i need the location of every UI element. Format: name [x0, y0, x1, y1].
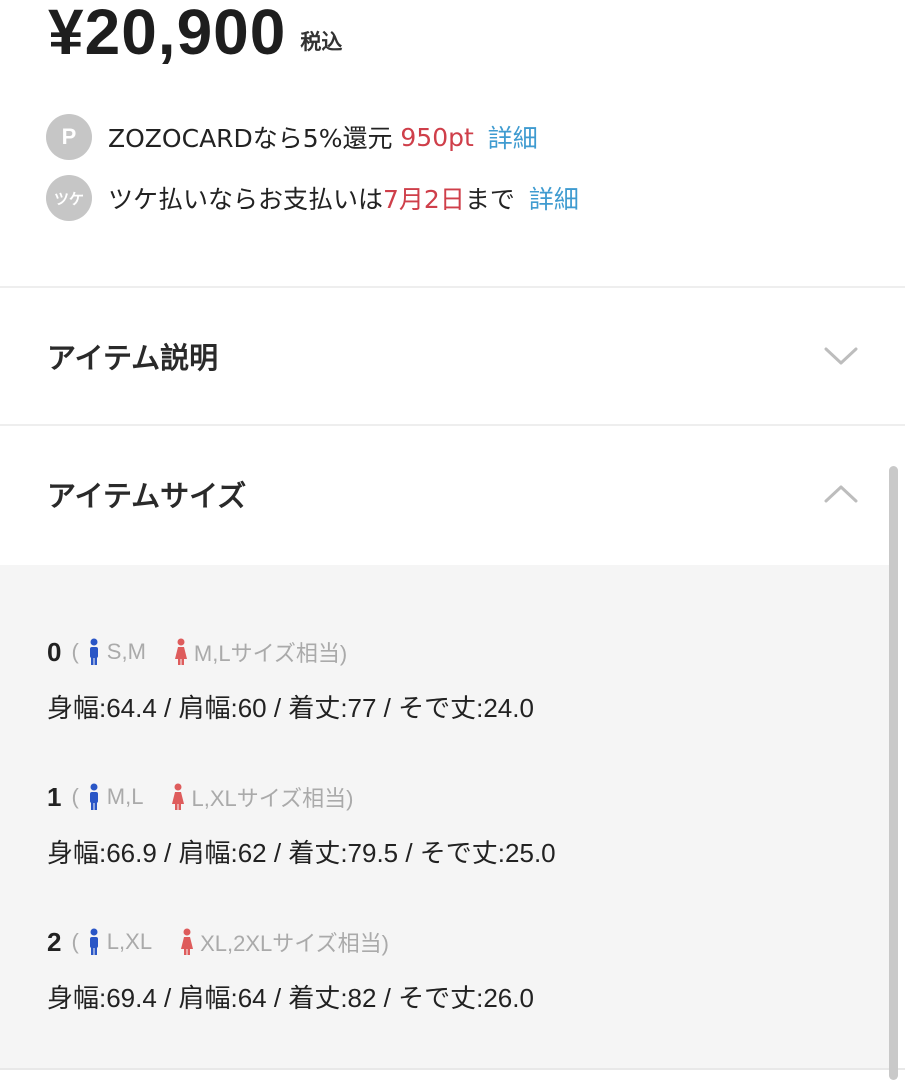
divider	[0, 1068, 905, 1070]
size-row: 1 ( M,L L,XLサイズ相当) 身幅:66.9 / 肩幅:62 / 着丈:…	[47, 781, 556, 870]
price-row: ¥20,900 税込	[48, 0, 342, 70]
paren-open: (	[71, 929, 79, 954]
perk-points: 950pt	[400, 122, 474, 152]
size-measurements: 身幅:69.4 / 肩幅:64 / 着丈:82 / そで丈:26.0	[47, 983, 534, 1013]
size-number: 2	[47, 926, 62, 957]
point-icon: P	[46, 114, 92, 160]
paren-open: (	[71, 784, 79, 809]
size-panel: 0 ( S,M M,Lサイズ相当) 身幅:64.4 / 肩幅:60 / 着丈:7…	[0, 565, 890, 1070]
men-size: L,XL	[106, 929, 153, 954]
size-equivalent: ( M,L L,XLサイズ相当)	[71, 781, 353, 813]
size-head: 2 ( L,XL XL,2XLサイズ相当)	[47, 926, 534, 958]
tsuke-icon: ツケ	[46, 175, 92, 221]
size-measurements: 身幅:66.9 / 肩幅:62 / 着丈:79.5 / そで丈:25.0	[47, 838, 556, 868]
size-number: 0	[47, 636, 62, 667]
men-icon	[89, 928, 98, 955]
women-icon	[174, 638, 187, 665]
price-amount: ¥20,900	[48, 0, 287, 68]
size-head: 1 ( M,L L,XLサイズ相当)	[47, 781, 556, 813]
size-number: 1	[47, 781, 62, 812]
item-size-header[interactable]: アイテムサイズ	[0, 426, 892, 562]
women-size: M,Lサイズ相当)	[193, 641, 348, 666]
men-size: M,L	[106, 784, 144, 809]
size-equivalent: ( S,M M,Lサイズ相当)	[71, 636, 347, 668]
women-size: XL,2XLサイズ相当)	[200, 931, 389, 956]
size-row: 0 ( S,M M,Lサイズ相当) 身幅:64.4 / 肩幅:60 / 着丈:7…	[47, 636, 534, 725]
paren-open: (	[71, 639, 79, 664]
item-size-title: アイテムサイズ	[47, 479, 247, 513]
price-section: ¥20,900 税込 P ZOZOCARDなら5%還元 950pt 詳細 ツケ …	[0, 0, 905, 286]
zozocard-perk: P ZOZOCARDなら5%還元 950pt 詳細	[46, 114, 538, 160]
tsuke-detail-link[interactable]: 詳細	[529, 180, 579, 216]
men-size: S,M	[106, 639, 146, 664]
zozocard-detail-link[interactable]: 詳細	[488, 119, 538, 155]
men-icon	[89, 638, 98, 665]
perk-date: 7月2日	[383, 185, 465, 214]
item-description-title: アイテム説明	[47, 341, 219, 375]
perk-text-after: まで	[464, 185, 515, 214]
size-measurements: 身幅:64.4 / 肩幅:60 / 着丈:77 / そで丈:24.0	[47, 693, 534, 723]
size-head: 0 ( S,M M,Lサイズ相当)	[47, 636, 534, 668]
chevron-up-icon	[824, 485, 858, 503]
women-icon	[181, 928, 194, 955]
tsuke-perk: ツケ ツケ払いならお支払いは 7月2日 まで 詳細	[46, 175, 579, 221]
scrollbar[interactable]	[889, 466, 898, 1080]
size-equivalent: ( L,XL XL,2XLサイズ相当)	[71, 926, 389, 958]
tax-label: 税込	[300, 30, 343, 54]
perk-text: ZOZOCARDなら5%還元	[108, 124, 401, 153]
men-icon	[89, 783, 98, 810]
size-row: 2 ( L,XL XL,2XLサイズ相当) 身幅:69.4 / 肩幅:64 / …	[47, 926, 534, 1015]
women-size: L,XLサイズ相当)	[191, 786, 354, 811]
chevron-down-icon	[824, 347, 858, 365]
perk-text: ツケ払いならお支払いは	[108, 185, 384, 214]
item-description-header[interactable]: アイテム説明	[0, 288, 892, 424]
women-icon	[172, 783, 185, 810]
